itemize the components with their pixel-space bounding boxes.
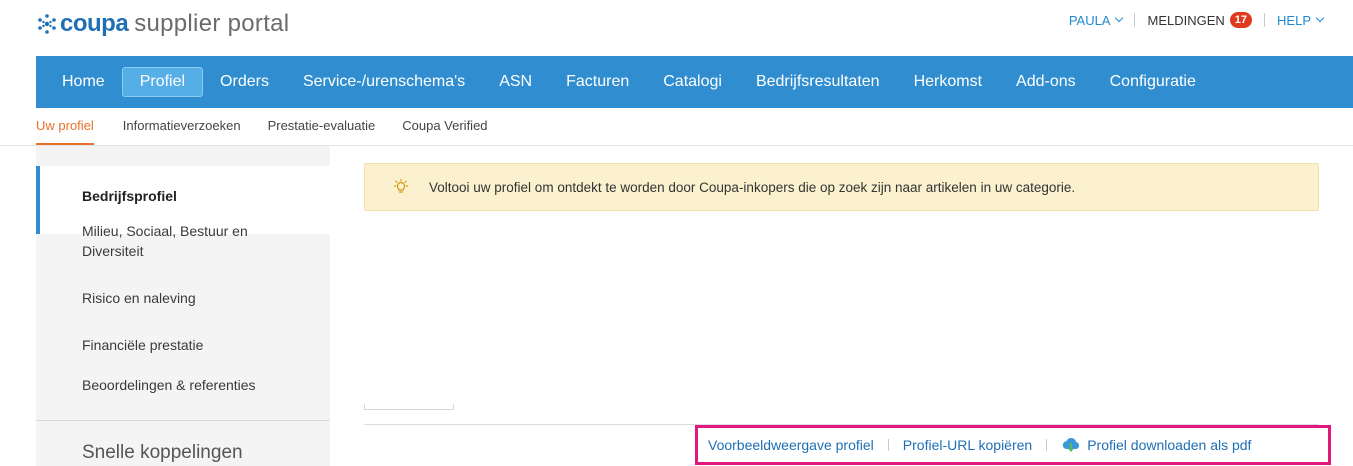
preview-profile-link[interactable]: Voorbeeldweergave profiel: [708, 437, 874, 453]
coupa-logo[interactable]: coupa supplier portal: [36, 8, 289, 40]
profile-actions: Voorbeeldweergave profiel Profiel-URL ko…: [695, 425, 1331, 465]
divider: [1134, 13, 1136, 27]
user-nav: PAULA MELDINGEN 17 HELP: [1068, 12, 1325, 28]
tab-prestatie-evaluatie[interactable]: Prestatie-evaluatie: [268, 118, 376, 145]
tab-informatieverzoeken[interactable]: Informatieverzoeken: [123, 118, 241, 145]
nav-herkomst[interactable]: Herkomst: [897, 67, 999, 97]
tab-coupa-verified[interactable]: Coupa Verified: [402, 118, 487, 145]
banner-text: Voltooi uw profiel om ontdekt te worden …: [429, 179, 1076, 195]
nav-configuratie[interactable]: Configuratie: [1093, 67, 1213, 97]
sidebar: Bedrijfsprofiel Milieu, Sociaal, Bestuur…: [36, 146, 330, 466]
divider: [887, 439, 889, 451]
coupa-snowflake-icon: [38, 14, 56, 34]
content-placeholder: [364, 404, 454, 410]
sidebar-item-risico[interactable]: Risico en naleving: [36, 288, 330, 308]
help-label: HELP: [1277, 12, 1311, 28]
nav-add-ons[interactable]: Add-ons: [999, 67, 1093, 97]
nav-asn[interactable]: ASN: [482, 67, 549, 97]
nav-service-urenschemas[interactable]: Service-/urenschema's: [286, 67, 482, 97]
lightbulb-icon: [393, 179, 409, 193]
divider: [36, 420, 330, 421]
download-profile-pdf-link[interactable]: Profiel downloaden als pdf: [1061, 437, 1251, 453]
nav-profiel[interactable]: Profiel: [121, 67, 204, 97]
divider: [1264, 13, 1266, 27]
chevron-down-icon: [1115, 13, 1124, 23]
sidebar-item-milieu-sociaal[interactable]: Milieu, Sociaal, Bestuur en Diversiteit: [36, 221, 330, 261]
help-menu[interactable]: HELP: [1277, 12, 1325, 28]
nav-catalogi[interactable]: Catalogi: [646, 67, 739, 97]
user-menu[interactable]: PAULA: [1068, 12, 1124, 28]
profile-tip-banner: Voltooi uw profiel om ontdekt te worden …: [364, 163, 1319, 211]
nav-bedrijfsresultaten[interactable]: Bedrijfsresultaten: [739, 67, 897, 97]
quick-links-heading: Snelle koppelingen: [82, 442, 243, 463]
download-pdf-label: Profiel downloaden als pdf: [1087, 437, 1252, 453]
logo-subtitle: supplier portal: [134, 10, 290, 37]
nav-facturen[interactable]: Facturen: [549, 67, 646, 97]
notifications-link[interactable]: MELDINGEN 17: [1147, 12, 1253, 28]
user-name: PAULA: [1068, 12, 1111, 28]
copy-profile-url-link[interactable]: Profiel-URL kopiëren: [903, 437, 1032, 453]
nav-orders[interactable]: Orders: [203, 67, 286, 97]
notifications-label: MELDINGEN: [1147, 12, 1225, 28]
divider: [1046, 439, 1048, 451]
main-nav: Home Profiel Orders Service-/urenschema'…: [36, 56, 1353, 108]
sidebar-item-financieel[interactable]: Financiële prestatie: [36, 335, 330, 355]
sidebar-item-beoordelingen[interactable]: Beoordelingen & referenties: [36, 375, 330, 395]
notifications-badge: 17: [1229, 12, 1253, 28]
sub-nav: Uw profiel Informatieverzoeken Prestatie…: [36, 118, 515, 146]
chevron-down-icon: [1315, 13, 1325, 23]
cloud-download-icon: [1063, 438, 1080, 452]
logo-brand: coupa: [60, 10, 129, 37]
nav-home[interactable]: Home: [45, 67, 122, 97]
tab-uw-profiel[interactable]: Uw profiel: [36, 118, 94, 145]
top-bar: coupa supplier portal PAULA MELDINGEN 17…: [0, 0, 1353, 56]
